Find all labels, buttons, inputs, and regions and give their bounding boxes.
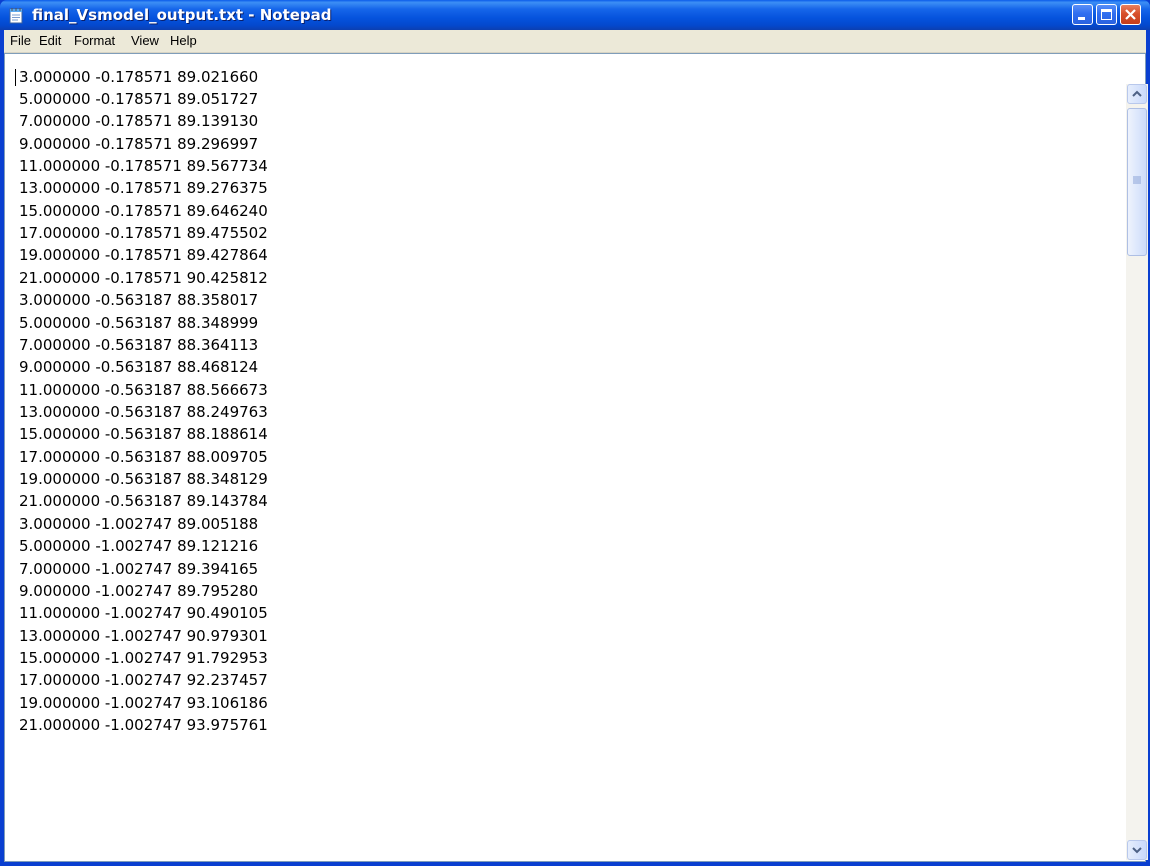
text-line: 19.000000 -1.002747 93.106186 xyxy=(19,694,268,712)
text-line: 11.000000 -0.178571 89.567734 xyxy=(19,157,268,175)
text-line: 3.000000 -1.002747 89.005188 xyxy=(19,515,259,533)
text-line: 7.000000 -0.563187 88.364113 xyxy=(19,336,259,354)
text-line: 9.000000 -1.002747 89.795280 xyxy=(19,582,259,600)
menu-file[interactable]: File xyxy=(8,33,33,49)
menu-bar: File Edit Format View Help xyxy=(4,30,1146,53)
text-caret xyxy=(15,69,16,86)
maximize-icon xyxy=(1101,9,1112,20)
chevron-up-icon xyxy=(1132,90,1142,97)
scroll-down-button[interactable] xyxy=(1127,840,1147,860)
text-line: 9.000000 -0.178571 89.296997 xyxy=(19,135,259,153)
text-line: 11.000000 -1.002747 90.490105 xyxy=(19,604,268,622)
text-line: 15.000000 -1.002747 91.792953 xyxy=(19,649,268,667)
text-line: 17.000000 -0.563187 88.009705 xyxy=(19,448,268,466)
menu-help[interactable]: Help xyxy=(168,33,199,49)
close-button[interactable] xyxy=(1120,4,1141,25)
chevron-down-icon xyxy=(1132,847,1142,854)
editor-area[interactable]: 3.000000 -0.178571 89.021660 5.000000 -0… xyxy=(4,53,1148,862)
text-line: 11.000000 -0.563187 88.566673 xyxy=(19,381,268,399)
text-line: 13.000000 -0.178571 89.276375 xyxy=(19,179,268,197)
text-line: 21.000000 -0.563187 89.143784 xyxy=(19,492,268,510)
notepad-window: final_Vsmodel_output.txt - Notepad File … xyxy=(0,0,1150,866)
text-line: 3.000000 -0.178571 89.021660 xyxy=(19,68,259,86)
minimize-icon xyxy=(1078,17,1085,20)
text-line: 17.000000 -0.178571 89.475502 xyxy=(19,224,268,242)
text-line: 5.000000 -0.563187 88.348999 xyxy=(19,314,259,332)
text-line: 15.000000 -0.563187 88.188614 xyxy=(19,425,268,443)
grip-icon xyxy=(1133,176,1141,184)
text-line: 19.000000 -0.178571 89.427864 xyxy=(19,246,268,264)
text-line: 5.000000 -1.002747 89.121216 xyxy=(19,537,259,555)
close-icon xyxy=(1125,9,1136,20)
text-content[interactable]: 3.000000 -0.178571 89.021660 5.000000 -0… xyxy=(11,58,1121,858)
text-line: 19.000000 -0.563187 88.348129 xyxy=(19,470,268,488)
maximize-button[interactable] xyxy=(1096,4,1117,25)
notepad-icon[interactable] xyxy=(8,6,24,24)
text-line: 7.000000 -1.002747 89.394165 xyxy=(19,560,259,578)
text-line: 7.000000 -0.178571 89.139130 xyxy=(19,112,259,130)
vertical-scrollbar[interactable] xyxy=(1126,84,1148,860)
text-line: 17.000000 -1.002747 92.237457 xyxy=(19,671,268,689)
menu-view[interactable]: View xyxy=(129,33,161,49)
text-line: 21.000000 -1.002747 93.975761 xyxy=(19,716,268,734)
menu-format[interactable]: Format xyxy=(72,33,117,49)
text-line: 5.000000 -0.178571 89.051727 xyxy=(19,90,259,108)
minimize-button[interactable] xyxy=(1072,4,1093,25)
text-line: 21.000000 -0.178571 90.425812 xyxy=(19,269,268,287)
scrollbar-thumb[interactable] xyxy=(1127,108,1147,256)
scroll-up-button[interactable] xyxy=(1127,84,1147,104)
text-line: 3.000000 -0.563187 88.358017 xyxy=(19,291,259,309)
text-line: 9.000000 -0.563187 88.468124 xyxy=(19,358,259,376)
text-line: 15.000000 -0.178571 89.646240 xyxy=(19,202,268,220)
title-bar[interactable]: final_Vsmodel_output.txt - Notepad xyxy=(0,0,1150,30)
text-line: 13.000000 -0.563187 88.249763 xyxy=(19,403,268,421)
menu-edit[interactable]: Edit xyxy=(37,33,63,49)
text-line: 13.000000 -1.002747 90.979301 xyxy=(19,627,268,645)
window-title: final_Vsmodel_output.txt - Notepad xyxy=(32,6,332,24)
